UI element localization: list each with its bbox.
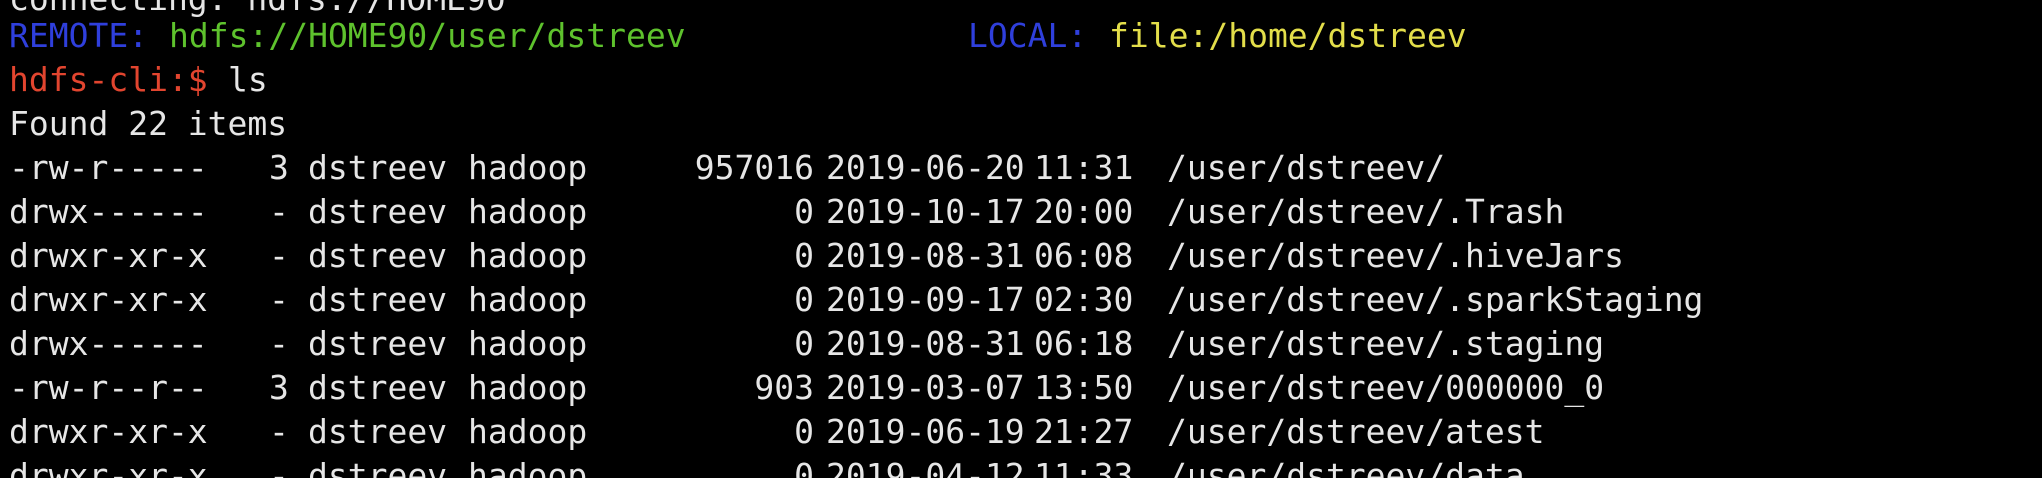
date-cell: 2019-08-31 [826, 324, 1025, 363]
date-cell: 2019-06-20 [826, 148, 1025, 187]
group-cell: hadoop [468, 456, 588, 478]
size-cell: 0 [794, 412, 814, 451]
remote-path: hdfs://HOME90/user/dstreev [169, 16, 686, 55]
group-cell: hadoop [468, 236, 588, 275]
command-text: ls [228, 60, 268, 99]
owner-cell: dstreev [308, 236, 448, 275]
group-cell: hadoop [468, 280, 588, 319]
time-cell: 11:31 [1034, 148, 1134, 187]
permissions-cell: drwx------ [9, 192, 208, 231]
listing-row: drwxr-xr-x - dstreev hadoop 0 2019-04-12 11:33… [9, 454, 2029, 478]
replication-cell: 3 [269, 148, 289, 187]
listing-row: drwxr-xr-x - dstreev hadoop 0 2019-09-17 02:30… [9, 278, 2029, 322]
time-cell: 06:08 [1034, 236, 1134, 275]
permissions-cell: drwxr-xr-x [9, 412, 208, 451]
group-cell: hadoop [468, 192, 588, 231]
prompt: hdfs-cli:$ [9, 60, 208, 99]
replication-cell: - [269, 412, 289, 451]
location-line: REMOTE: hdfs://HOME90/user/dstreev LOCAL… [9, 14, 2009, 58]
local-path: file:/home/dstreev [1109, 16, 1467, 55]
path-cell: /user/dstreev/000000_0 [1167, 368, 1605, 407]
size-cell: 903 [754, 368, 814, 407]
size-cell: 0 [794, 280, 814, 319]
listing-row: -rw-r----- 3 dstreev hadoop 957016 2019-06-20… [9, 146, 2029, 190]
path-cell: /user/dstreev/.sparkStaging [1167, 280, 1704, 319]
owner-cell: dstreev [308, 412, 448, 451]
replication-cell: - [269, 236, 289, 275]
terminal-window[interactable]: connecting: hdfs://HOME90 REMOTE: hdfs:/… [0, 0, 2042, 478]
replication-cell: - [269, 456, 289, 478]
owner-cell: dstreev [308, 456, 448, 478]
size-cell: 0 [794, 324, 814, 363]
permissions-cell: -rw-r----- [9, 148, 208, 187]
date-cell: 2019-06-19 [826, 412, 1025, 451]
owner-cell: dstreev [308, 368, 448, 407]
time-cell: 13:50 [1034, 368, 1134, 407]
date-cell: 2019-03-07 [826, 368, 1025, 407]
path-cell: /user/dstreev/ [1167, 148, 1446, 187]
date-cell: 2019-10-17 [826, 192, 1025, 231]
date-cell: 2019-09-17 [826, 280, 1025, 319]
group-cell: hadoop [468, 412, 588, 451]
size-cell: 957016 [694, 148, 814, 187]
replication-cell: - [269, 324, 289, 363]
size-cell: 0 [794, 192, 814, 231]
date-cell: 2019-08-31 [826, 236, 1025, 275]
size-cell: 0 [794, 456, 814, 478]
remote-label: REMOTE: [9, 16, 149, 55]
command-line[interactable]: hdfs-cli:$ ls [9, 58, 2009, 102]
time-cell: 06:18 [1034, 324, 1134, 363]
listing-row: drwxr-xr-x - dstreev hadoop 0 2019-06-19 21:27… [9, 410, 2029, 454]
permissions-cell: drwxr-xr-x [9, 280, 208, 319]
local-label: LOCAL: [968, 16, 1088, 55]
listing-row: -rw-r--r-- 3 dstreev hadoop 903 2019-03-07 13:… [9, 366, 2029, 410]
group-cell: hadoop [468, 324, 588, 363]
permissions-cell: drwxr-xr-x [9, 456, 208, 478]
replication-cell: 3 [269, 368, 289, 407]
path-cell: /user/dstreev/.staging [1167, 324, 1605, 363]
date-cell: 2019-04-12 [826, 456, 1025, 478]
permissions-cell: -rw-r--r-- [9, 368, 208, 407]
owner-cell: dstreev [308, 192, 448, 231]
path-cell: /user/dstreev/.Trash [1167, 192, 1565, 231]
path-cell: /user/dstreev/.hiveJars [1167, 236, 1624, 275]
size-cell: 0 [794, 236, 814, 275]
listing-row: drwx------ - dstreev hadoop 0 2019-08-31 06:18… [9, 322, 2029, 366]
time-cell: 20:00 [1034, 192, 1134, 231]
group-cell: hadoop [468, 148, 588, 187]
replication-cell: - [269, 280, 289, 319]
time-cell: 02:30 [1034, 280, 1134, 319]
owner-cell: dstreev [308, 324, 448, 363]
result-summary: Found 22 items [9, 104, 288, 143]
owner-cell: dstreev [308, 280, 448, 319]
time-cell: 11:33 [1034, 456, 1134, 478]
owner-cell: dstreev [308, 148, 448, 187]
path-cell: /user/dstreev/atest [1167, 412, 1545, 451]
group-cell: hadoop [468, 368, 588, 407]
replication-cell: - [269, 192, 289, 231]
path-cell: /user/dstreev/data [1167, 456, 1525, 478]
permissions-cell: drwxr-xr-x [9, 236, 208, 275]
listing-row: drwx------ - dstreev hadoop 0 2019-10-17 20:00… [9, 190, 2029, 234]
listing-row: drwxr-xr-x - dstreev hadoop 0 2019-08-31 06:08… [9, 234, 2029, 278]
permissions-cell: drwx------ [9, 324, 208, 363]
time-cell: 21:27 [1034, 412, 1134, 451]
